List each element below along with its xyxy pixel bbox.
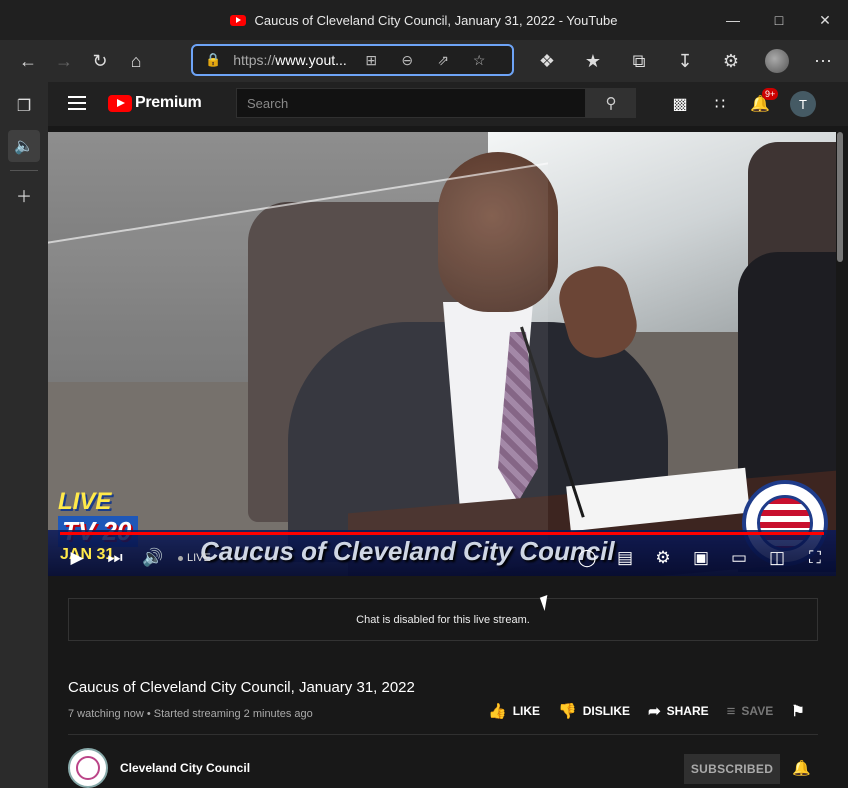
- captions-icon[interactable]: ▤: [606, 540, 644, 576]
- report-button[interactable]: ⚑: [791, 702, 804, 720]
- divider: [68, 734, 818, 735]
- video-meta: 7 watching now • Started streaming 2 min…: [68, 708, 313, 720]
- address-bar[interactable]: 🔒 https://www.yout... ⊞ ⊖ ⇗ ☆: [191, 44, 514, 76]
- share-page-icon[interactable]: ⇗: [425, 52, 461, 69]
- video-title: Caucus of Cleveland City Council, Januar…: [68, 679, 415, 696]
- fullscreen-icon[interactable]: ⛶: [796, 540, 834, 576]
- title-bar: Caucus of Cleveland City Council, Januar…: [0, 0, 848, 40]
- thumbs-up-icon: 👍: [488, 703, 507, 720]
- chat-disabled-message: Chat is disabled for this live stream.: [356, 613, 530, 626]
- search-box[interactable]: [236, 88, 586, 118]
- flag-icon: ⚑: [791, 703, 805, 720]
- sidebar-divider: [10, 170, 38, 171]
- profile-image: [765, 49, 789, 73]
- header-actions: ▩ ∷ 🔔 9+ T: [660, 82, 816, 126]
- dislike-button[interactable]: 👎 DISLIKE: [558, 702, 630, 720]
- notification-badge: 9+: [762, 88, 779, 100]
- toolbar-right: ❖ ★ ⧉ ↧ ⚙ ⋯: [524, 40, 846, 82]
- home-icon[interactable]: ⌂: [118, 45, 154, 77]
- youtube-favicon-icon: [230, 14, 247, 26]
- minimize-icon[interactable]: —: [710, 0, 756, 40]
- account-avatar[interactable]: T: [790, 91, 816, 117]
- menu-icon[interactable]: [68, 96, 86, 110]
- brand-label: Premium: [135, 94, 202, 111]
- playlist-add-icon: ≡: [726, 702, 736, 720]
- channel-avatar[interactable]: [68, 748, 108, 788]
- window-controls: — □ ✕: [710, 0, 848, 40]
- autoplay-toggle[interactable]: ◯: [568, 540, 606, 576]
- dislike-label: DISLIKE: [582, 704, 631, 718]
- live-indicator[interactable]: LIVE: [178, 552, 211, 564]
- search-button[interactable]: ⚲: [586, 88, 636, 118]
- save-label: SAVE: [741, 704, 774, 718]
- downloads-icon[interactable]: ↧: [662, 45, 708, 77]
- back-icon[interactable]: ←: [10, 45, 46, 77]
- player-controls: ▶ ⏭ 🔊 LIVE ◯ ▤ ⚙ ▣ ▭ ◫ ⛶: [48, 540, 836, 576]
- youtube-play-icon: [108, 94, 132, 112]
- profile-avatar[interactable]: [754, 45, 800, 77]
- volume-icon[interactable]: 🔊: [134, 540, 172, 576]
- close-icon[interactable]: ✕: [802, 0, 848, 40]
- tab-actions-icon[interactable]: ❐: [8, 90, 40, 122]
- like-button[interactable]: 👍 LIKE: [488, 702, 540, 720]
- player-controls-right: ◯ ▤ ⚙ ▣ ▭ ◫ ⛶: [568, 540, 834, 576]
- window-title: Caucus of Cleveland City Council, Januar…: [230, 12, 618, 28]
- settings-icon[interactable]: ⚙: [644, 540, 682, 576]
- add-favorite-icon[interactable]: ☆: [461, 52, 497, 69]
- notifications-icon[interactable]: 🔔 9+: [740, 88, 780, 114]
- video-actions: 👍 LIKE 👎 DISLIKE ➦ SHARE ≡ SAVE ⚑: [488, 702, 823, 721]
- live-logo-line1: LIVE: [58, 488, 112, 515]
- live-label: LIVE: [187, 552, 211, 564]
- lock-icon[interactable]: 🔒: [205, 52, 221, 68]
- search-icon: ⚲: [605, 95, 617, 112]
- browser-toolbar: ← → ↻ ⌂ 🔒 https://www.yout... ⊞ ⊖ ⇗ ☆ ❖ …: [0, 40, 848, 82]
- channel-seal-icon: [76, 756, 100, 780]
- channel-row: Cleveland City Council: [68, 748, 250, 788]
- url-text[interactable]: https://www.yout...: [233, 52, 353, 68]
- favorites-icon[interactable]: ★: [570, 45, 616, 77]
- live-dot-icon: [178, 555, 183, 561]
- chat-disabled-box: Chat is disabled for this live stream.: [68, 598, 818, 641]
- app-available-icon[interactable]: ⊞: [353, 52, 389, 69]
- audio-tab-icon[interactable]: 🔈: [8, 130, 40, 162]
- performance-icon[interactable]: ⚙: [708, 45, 754, 77]
- collections-icon[interactable]: ⧉: [616, 45, 662, 77]
- save-button[interactable]: ≡ SAVE: [727, 703, 774, 720]
- youtube-header: Premium ⚲ ▩ ∷ 🔔9+ T: [48, 82, 848, 126]
- thumbs-down-icon: 👎: [558, 703, 577, 720]
- channel-name[interactable]: Cleveland City Council: [120, 761, 250, 775]
- share-button[interactable]: ➦ SHARE: [648, 702, 709, 720]
- search-input[interactable]: [247, 95, 585, 111]
- youtube-page: Premium ⚲ ▩ ∷ 🔔9+ T LIVE TV 20: [48, 82, 848, 788]
- more-options-icon[interactable]: ⋯: [800, 45, 846, 77]
- play-icon[interactable]: ▶: [58, 540, 96, 576]
- youtube-logo[interactable]: Premium: [108, 94, 202, 112]
- like-label: LIKE: [512, 704, 541, 718]
- share-icon: ➦: [648, 703, 661, 720]
- zoom-out-icon[interactable]: ⊖: [389, 52, 425, 69]
- progress-bar[interactable]: [60, 532, 824, 535]
- miniplayer-icon[interactable]: ▣: [682, 540, 720, 576]
- video-player[interactable]: LIVE TV 20 JAN 31 Caucus of Cleveland Ci…: [48, 132, 836, 576]
- subscribed-button[interactable]: SUBSCRIBED: [684, 754, 780, 784]
- refresh-icon[interactable]: ↻: [82, 45, 118, 77]
- maximize-icon[interactable]: □: [756, 0, 802, 40]
- notification-bell-icon[interactable]: 🔔: [792, 759, 811, 777]
- next-icon[interactable]: ⏭: [96, 540, 134, 576]
- create-video-icon[interactable]: ▩: [660, 94, 700, 114]
- apps-grid-icon[interactable]: ∷: [700, 94, 740, 114]
- theater-mode-icon[interactable]: ▭: [720, 540, 758, 576]
- browser-sidebar: ❐ 🔈 ＋: [0, 82, 48, 788]
- page-scrollbar[interactable]: [837, 132, 843, 262]
- extensions-icon[interactable]: ❖: [524, 45, 570, 77]
- new-tab-icon[interactable]: ＋: [8, 179, 40, 211]
- progress-fill: [60, 532, 824, 535]
- share-label: SHARE: [666, 704, 709, 718]
- cast-icon[interactable]: ◫: [758, 540, 796, 576]
- forward-icon[interactable]: →: [46, 45, 82, 77]
- window-title-text: Caucus of Cleveland City Council, Januar…: [254, 12, 618, 28]
